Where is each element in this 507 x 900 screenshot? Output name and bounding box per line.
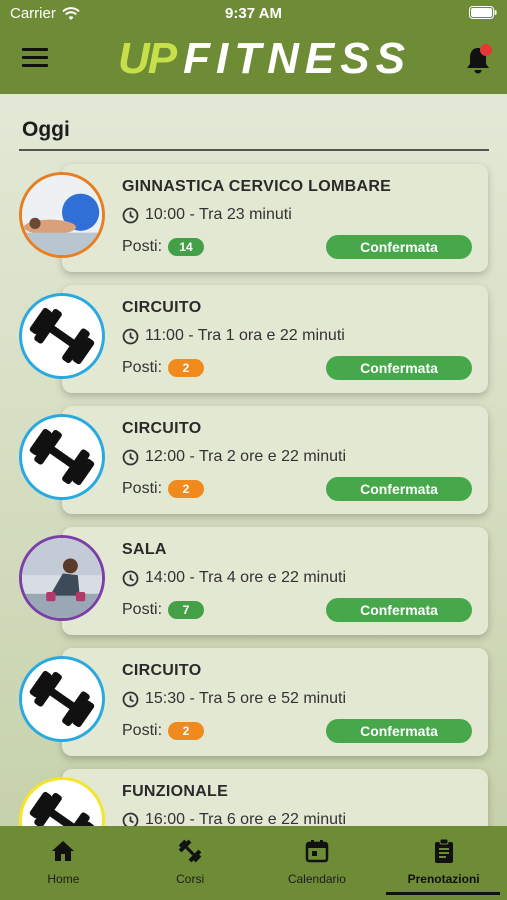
course-title: CIRCUITO xyxy=(122,662,202,679)
booking-card[interactable]: CIRCUITO 12:00 - Tra 2 ore e 22 minuti P… xyxy=(62,406,488,514)
course-title: CIRCUITO xyxy=(122,420,202,437)
time-text: 12:00 - Tra 2 ore e 22 minuti xyxy=(145,448,346,465)
dumbbell-icon xyxy=(29,307,95,365)
gym-workout-photo xyxy=(22,538,102,618)
hamburger-icon-line xyxy=(22,48,48,51)
logo-up: UP xyxy=(118,34,177,83)
course-title: GINNASTICA CERVICO LOMBARE xyxy=(122,178,392,195)
clock-icon xyxy=(122,691,139,707)
booking-card[interactable]: GINNASTICA CERVICO LOMBARE 10:00 - Tra 2… xyxy=(62,164,488,272)
tab-label: Prenotazioni xyxy=(407,872,480,886)
seats-badge: 7 xyxy=(168,601,205,619)
course-photo xyxy=(19,535,105,621)
tab-prenotazioni[interactable]: Prenotazioni xyxy=(380,826,507,900)
course-icon xyxy=(19,656,105,742)
battery-icon xyxy=(469,6,497,19)
time-text: 10:00 - Tra 23 minuti xyxy=(145,206,292,223)
seats-badge: 2 xyxy=(168,722,205,740)
seats-info: Posti: 14 xyxy=(122,238,205,256)
clock-icon xyxy=(122,328,139,344)
hamburger-icon-line xyxy=(22,64,48,67)
dumbbell-icon xyxy=(178,839,202,863)
tab-bar: Home Corsi Calendario Prenotazioni xyxy=(0,826,507,900)
seats-label: Posti: xyxy=(122,238,163,255)
seats-label: Posti: xyxy=(122,601,163,618)
clipboard-icon xyxy=(434,838,453,863)
confirmed-button[interactable]: Confermata xyxy=(326,719,472,743)
menu-button[interactable] xyxy=(22,48,48,70)
clock-icon xyxy=(122,570,139,586)
time-text: 11:00 - Tra 1 ora e 22 minuti xyxy=(145,327,345,344)
home-icon xyxy=(52,841,75,861)
hamburger-icon-line xyxy=(22,56,48,59)
seats-info: Posti: 2 xyxy=(122,359,205,377)
confirmed-button[interactable]: Confermata xyxy=(326,356,472,380)
active-tab-indicator xyxy=(386,892,500,895)
course-time: 10:00 - Tra 23 minuti xyxy=(122,206,292,224)
clock-icon xyxy=(122,207,139,223)
clock-icon xyxy=(122,449,139,465)
tab-label: Calendario xyxy=(287,872,346,886)
floor-exercise-photo xyxy=(22,175,102,255)
tab-calendario[interactable]: Calendario xyxy=(254,826,381,900)
clock: 9:37 AM xyxy=(225,5,282,22)
course-title: CIRCUITO xyxy=(122,299,202,316)
course-time: 14:00 - Tra 4 ore e 22 minuti xyxy=(122,569,346,587)
section-divider xyxy=(19,149,489,151)
dumbbell-icon xyxy=(29,670,95,728)
calendar-icon xyxy=(305,840,329,863)
booking-card[interactable]: CIRCUITO 15:30 - Tra 5 ore e 52 minuti P… xyxy=(62,648,488,756)
course-time: 15:30 - Tra 5 ore e 52 minuti xyxy=(122,690,346,708)
booking-card[interactable]: CIRCUITO 11:00 - Tra 1 ora e 22 minuti P… xyxy=(62,285,488,393)
seats-label: Posti: xyxy=(122,722,163,739)
confirmed-button[interactable]: Confermata xyxy=(326,477,472,501)
tab-corsi[interactable]: Corsi xyxy=(127,826,254,900)
seats-label: Posti: xyxy=(122,480,163,497)
notification-dot xyxy=(480,44,492,56)
seats-info: Posti: 2 xyxy=(122,722,205,740)
course-time: 11:00 - Tra 1 ora e 22 minuti xyxy=(122,327,345,345)
seats-badge: 2 xyxy=(168,359,205,377)
time-text: 14:00 - Tra 4 ore e 22 minuti xyxy=(145,569,346,586)
tab-label: Corsi xyxy=(176,872,205,886)
time-text: 15:30 - Tra 5 ore e 52 minuti xyxy=(145,690,346,707)
course-icon xyxy=(19,414,105,500)
tab-label: Home xyxy=(47,872,80,886)
upfitness-logo: UP FITNESS xyxy=(118,34,411,83)
section-title: Oggi xyxy=(22,118,70,141)
course-time: 12:00 - Tra 2 ore e 22 minuti xyxy=(122,448,346,466)
notifications-button[interactable] xyxy=(462,44,494,76)
course-title: SALA xyxy=(122,541,167,558)
course-photo xyxy=(19,172,105,258)
logo-fitness: FITNESS xyxy=(183,34,411,83)
confirmed-button[interactable]: Confermata xyxy=(326,598,472,622)
seats-label: Posti: xyxy=(122,359,163,376)
booking-card[interactable]: SALA 14:00 - Tra 4 ore e 22 minuti Posti… xyxy=(62,527,488,635)
course-title: FUNZIONALE xyxy=(122,783,229,800)
seats-badge: 14 xyxy=(168,238,205,256)
course-icon xyxy=(19,293,105,379)
status-bar: Carrier 9:37 AM xyxy=(0,0,507,28)
dumbbell-icon xyxy=(29,428,95,486)
seats-info: Posti: 7 xyxy=(122,601,205,619)
seats-info: Posti: 2 xyxy=(122,480,205,498)
seats-badge: 2 xyxy=(168,480,205,498)
tab-home[interactable]: Home xyxy=(0,826,127,900)
confirmed-button[interactable]: Confermata xyxy=(326,235,472,259)
